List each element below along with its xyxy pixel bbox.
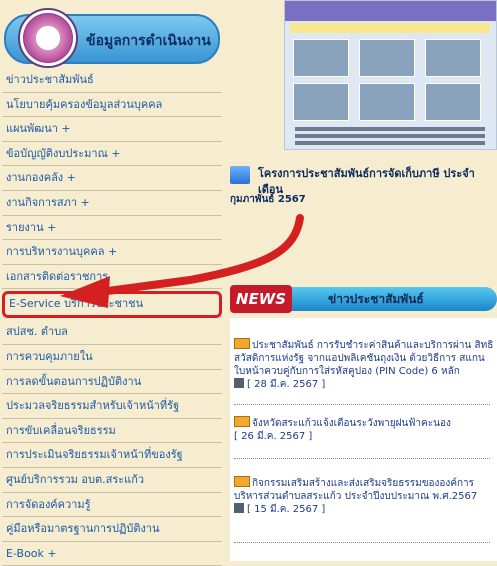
- menu-item-personnel[interactable]: การบริหารงานบุคคล +: [2, 240, 222, 265]
- news-heading: ข่าวประชาสัมพันธ์: [328, 292, 424, 306]
- news-item[interactable]: กิจกรรมเสริมสร้างและส่งเสริมจริยธรรมของอ…: [234, 476, 497, 516]
- featured-date: กุมภาพันธ์ 2567: [230, 194, 306, 205]
- sidebar-title: ข้อมูลการดำเนินงาน: [86, 33, 211, 49]
- menu-item-treasury[interactable]: งานกองคลัง +: [2, 166, 222, 191]
- main-content: โครงการประชาสัมพันธ์การจัดเก็บภาษี ประจำ…: [226, 0, 497, 561]
- divider: [234, 458, 490, 459]
- news-header: ข่าวประชาสัมพันธ์ NEWS: [230, 285, 497, 313]
- envelope-icon: [234, 416, 250, 427]
- featured-image[interactable]: [284, 0, 497, 150]
- menu-item-knowledge[interactable]: การจัดองค์ความรู้: [2, 493, 222, 518]
- menu-item-ethics-code[interactable]: ประมวลจริยธรรมสำหรับเจ้าหน้าที่รัฐ: [2, 394, 222, 419]
- sidebar-menu: ข่าวประชาสัมพันธ์ นโยบายคุ้มครองข้อมูลส่…: [2, 68, 222, 566]
- menu-item-e-service[interactable]: E-Service บริการประชาชน: [2, 291, 222, 319]
- news-date: [ 28 มี.ค. 2567 ]: [247, 379, 326, 390]
- sidebar-header: ข้อมูลการดำเนินงาน: [4, 8, 220, 68]
- menu-item-news[interactable]: ข่าวประชาสัมพันธ์: [2, 68, 222, 93]
- envelope-icon: [234, 338, 250, 349]
- menu-item-privacy-policy[interactable]: นโยบายคุ้มครองข้อมูลส่วนบุคคล: [2, 93, 222, 118]
- sidebar: ข้อมูลการดำเนินงาน ข่าวประชาสัมพันธ์ นโย…: [0, 0, 224, 566]
- menu-item-ethics-evaluation[interactable]: การประเมินจริยธรรมเจ้าหน้าที่ของรัฐ: [2, 443, 222, 468]
- menu-item-development-plan[interactable]: แผนพัฒนา +: [2, 117, 222, 142]
- divider: [234, 542, 490, 543]
- news-date: [ 15 มี.ค. 2567 ]: [247, 504, 326, 515]
- page: ข้อมูลการดำเนินงาน ข่าวประชาสัมพันธ์ นโย…: [0, 0, 497, 566]
- menu-item-internal-control[interactable]: การควบคุมภายใน: [2, 345, 222, 370]
- image-icon: [230, 166, 250, 184]
- menu-item-manual[interactable]: คู่มือหรือมาตรฐานการปฏิบัติงาน: [2, 517, 222, 542]
- news-item[interactable]: จังหวัดสระแก้วแจ้งเตือนระวังพายุฝนฟ้าคะน…: [234, 416, 497, 443]
- menu-item-process-reduction[interactable]: การลดขั้นตอนการปฏิบัติงาน: [2, 370, 222, 395]
- menu-item-documents[interactable]: เอกสารติดต่อราชการ: [2, 265, 222, 290]
- envelope-icon: [234, 476, 250, 487]
- menu-item-nhso[interactable]: สปสช. ตำบล: [2, 320, 222, 345]
- organization-logo: [18, 8, 78, 68]
- save-icon: [234, 378, 244, 388]
- news-heading-bar: ข่าวประชาสัมพันธ์: [278, 287, 497, 311]
- menu-item-budget[interactable]: ข้อบัญญัติงบประมาณ +: [2, 142, 222, 167]
- divider: [234, 404, 490, 405]
- news-list: ประชาสัมพันธ์ การรับชำระค่าสินค้าและบริก…: [230, 318, 497, 561]
- news-badge: NEWS: [230, 285, 292, 313]
- menu-item-ethics-drive[interactable]: การขับเคลื่อนจริยธรรม: [2, 419, 222, 444]
- news-item[interactable]: ประชาสัมพันธ์ การรับชำระค่าสินค้าและบริก…: [234, 338, 497, 391]
- news-date: [ 26 มี.ค. 2567 ]: [234, 431, 313, 442]
- save-icon: [234, 503, 244, 513]
- menu-item-reports[interactable]: รายงาน +: [2, 216, 222, 241]
- menu-item-council[interactable]: งานกิจการสภา +: [2, 191, 222, 216]
- menu-item-e-book[interactable]: E-Book +: [2, 542, 222, 566]
- menu-item-service-center[interactable]: ศูนย์บริการรวม อบต.สระแก้ว: [2, 468, 222, 493]
